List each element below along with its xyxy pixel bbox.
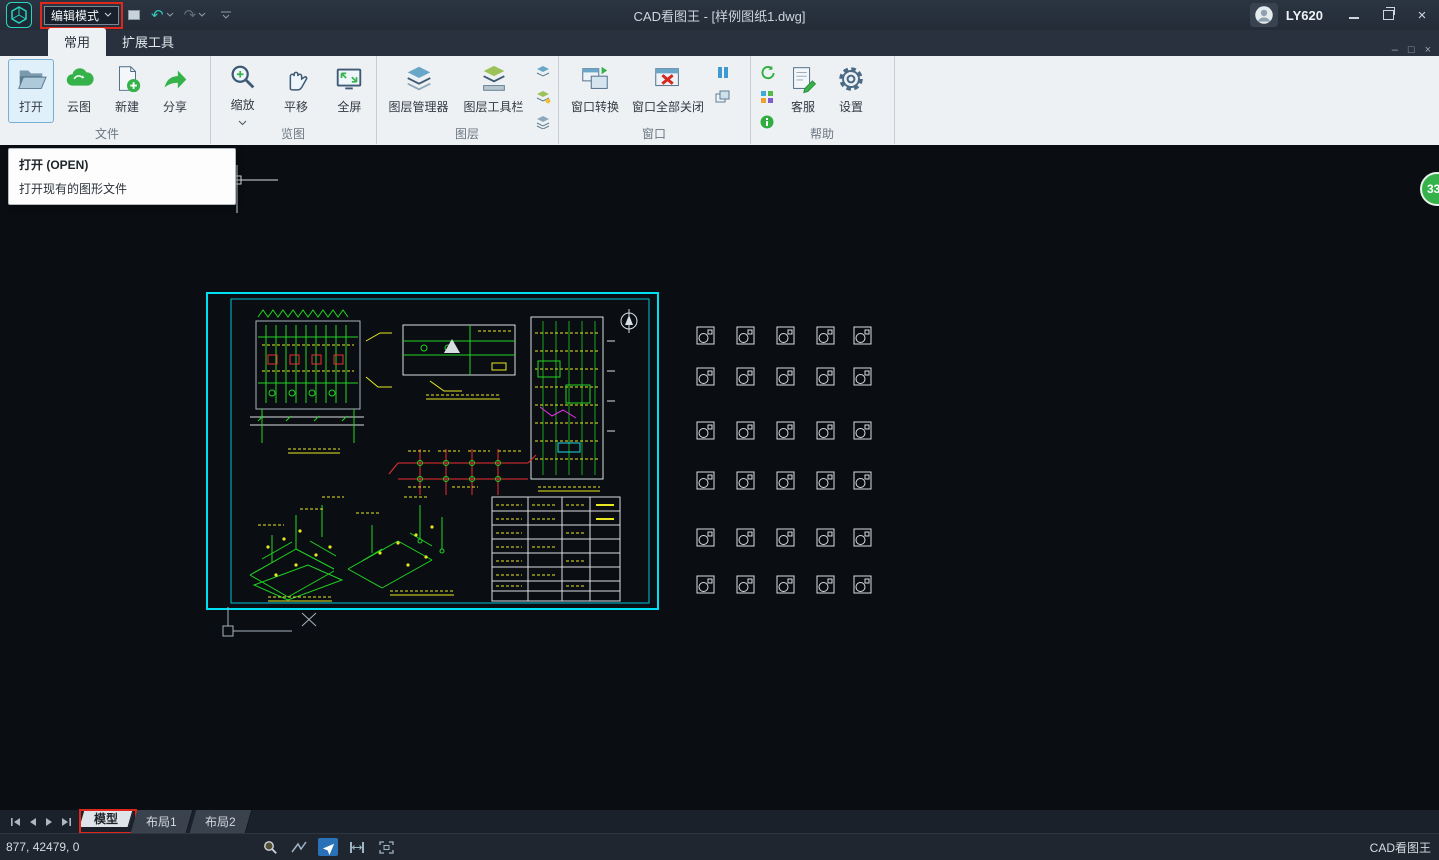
axonometric-piping-2 [348, 497, 454, 595]
maximize-icon [1383, 10, 1394, 20]
sheet-tab-bar: 模型 布局1 布局2 [0, 810, 1439, 833]
fullscreen-icon [332, 62, 366, 96]
layers-icon [402, 62, 436, 96]
close-all-windows-button[interactable]: 窗口全部关闭 [626, 59, 710, 123]
measure-icon[interactable] [347, 838, 367, 856]
tab-extended-tools[interactable]: 扩展工具 [106, 28, 190, 56]
new-file-button[interactable]: 新建 [104, 59, 150, 123]
tab-home[interactable]: 常用 [48, 28, 106, 56]
close-icon: × [1418, 7, 1427, 24]
customer-service-icon [786, 62, 820, 96]
window-title: CAD看图王 - [样例图纸1.dwg] [0, 6, 1439, 25]
ribbon-group-layer: 图层管理器 图层工具栏 图层 [376, 56, 559, 144]
piping-plan [389, 449, 536, 495]
minimize-icon [1349, 17, 1359, 19]
tooltip-body: 打开现有的图形文件 [19, 180, 225, 197]
quick-access-more-icon[interactable] [220, 11, 232, 20]
tooltip: 打开 (OPEN) 打开现有的图形文件 [8, 148, 236, 205]
pan-button[interactable]: 平移 [273, 59, 318, 123]
edit-mode-selector[interactable]: 编辑模式 [44, 6, 119, 25]
redo-dropdown-chevron-icon[interactable] [198, 12, 206, 18]
fullscreen-button[interactable]: 全屏 [327, 59, 372, 123]
undo-dropdown-chevron-icon[interactable] [166, 12, 174, 18]
ribbon-group-view: 缩放 平移 全屏 览图 [210, 56, 377, 144]
minimize-button[interactable] [1337, 0, 1371, 30]
axonometric-piping-1 [250, 497, 344, 601]
gear-icon [834, 62, 868, 96]
share-button[interactable]: 分享 [152, 59, 198, 123]
username: LY620 [1286, 8, 1323, 23]
first-sheet-icon[interactable] [10, 817, 21, 827]
ribbon-group-help: 客服 设置 帮助 [750, 56, 895, 144]
hand-icon [279, 62, 313, 96]
layers-toolbar-icon [477, 62, 511, 96]
document-minimize-icon[interactable]: – [1392, 44, 1398, 56]
refresh-icon[interactable] [758, 64, 776, 80]
ribbon-group-window: 窗口转换 窗口全部关闭 窗口 [558, 56, 751, 144]
quick-access-icon[interactable] [127, 8, 141, 22]
elevation-drawing [250, 310, 392, 453]
statusbar-app-name: CAD看图王 [1370, 839, 1431, 856]
cloud-button[interactable]: 云图 [56, 59, 102, 123]
undo-icon: ↶ [151, 7, 164, 24]
title-block-table [492, 497, 620, 601]
linewidth-icon[interactable] [289, 838, 309, 856]
zoom-magnifier-icon [226, 62, 260, 94]
ribbon-tab-row: 常用 扩展工具 – □ × [0, 30, 1439, 56]
open-button[interactable]: 打开 [8, 59, 54, 123]
application-window: 编辑模式 ↶ ↷ CAD看图王 - [样例图纸1.dwg] LY620 × 常用… [0, 0, 1439, 859]
redo-button[interactable]: ↷ [184, 8, 197, 23]
settings-button[interactable]: 设置 [828, 59, 874, 123]
chevron-down-icon [104, 12, 112, 18]
maximize-button[interactable] [1371, 0, 1405, 30]
window-switch-icon [578, 62, 612, 96]
layer-manager-button[interactable]: 图层管理器 [382, 59, 455, 123]
cursor-coordinates: 877, 42479, 0 [6, 840, 79, 854]
window-close-all-icon [651, 62, 685, 96]
layer-state-icon-2[interactable] [534, 89, 552, 105]
tab-model[interactable]: 模型 [80, 810, 134, 827]
fly-mode-toggle[interactable] [318, 838, 338, 856]
next-sheet-icon[interactable] [45, 817, 53, 827]
apps-grid-icon[interactable] [758, 89, 776, 105]
prev-sheet-icon[interactable] [29, 817, 37, 827]
pickbox-cursor [223, 607, 316, 636]
open-folder-icon [14, 62, 48, 96]
cascade-windows-icon[interactable] [714, 89, 732, 105]
share-icon [158, 62, 192, 96]
user-avatar[interactable] [1250, 3, 1278, 27]
statusbar: 877, 42479, 0 CAD看图王 [0, 833, 1439, 860]
tooltip-title: 打开 (OPEN) [19, 156, 225, 173]
ribbon-group-file: 打开 云图 新建 分享 文件 [4, 56, 211, 144]
block-symbols [697, 327, 871, 593]
tile-vertical-icon[interactable] [714, 64, 732, 80]
document-restore-icon[interactable]: □ [1408, 44, 1415, 56]
undo-button[interactable]: ↶ [151, 8, 164, 23]
layer-toolbar-button[interactable]: 图层工具栏 [457, 59, 530, 123]
layer-state-icon-1[interactable] [534, 64, 552, 80]
ribbon: 打开 云图 新建 分享 文件 [0, 56, 1439, 146]
edit-mode-label: 编辑模式 [51, 7, 99, 24]
document-close-icon[interactable]: × [1425, 44, 1431, 56]
last-sheet-icon[interactable] [61, 817, 72, 827]
customer-service-button[interactable]: 客服 [780, 59, 826, 123]
zoom-button[interactable]: 缩放 [220, 59, 265, 123]
close-button[interactable]: × [1405, 0, 1439, 30]
titlebar: 编辑模式 ↶ ↷ CAD看图王 - [样例图纸1.dwg] LY620 × [0, 0, 1439, 30]
app-logo-icon[interactable] [6, 2, 32, 28]
extents-icon[interactable] [376, 838, 396, 856]
cloud-sync-icon [62, 62, 96, 96]
redo-icon: ↷ [184, 7, 197, 24]
cad-drawing [0, 145, 1439, 810]
section-drawing [531, 309, 637, 491]
drawing-canvas[interactable]: 33 [0, 145, 1439, 810]
new-file-icon [110, 62, 144, 96]
tab-layout2[interactable]: 布局2 [189, 810, 251, 833]
plan-drawing [403, 325, 515, 399]
tab-layout1[interactable]: 布局1 [131, 810, 193, 833]
magnifier-icon[interactable] [260, 838, 280, 856]
window-switch-button[interactable]: 窗口转换 [566, 59, 624, 123]
